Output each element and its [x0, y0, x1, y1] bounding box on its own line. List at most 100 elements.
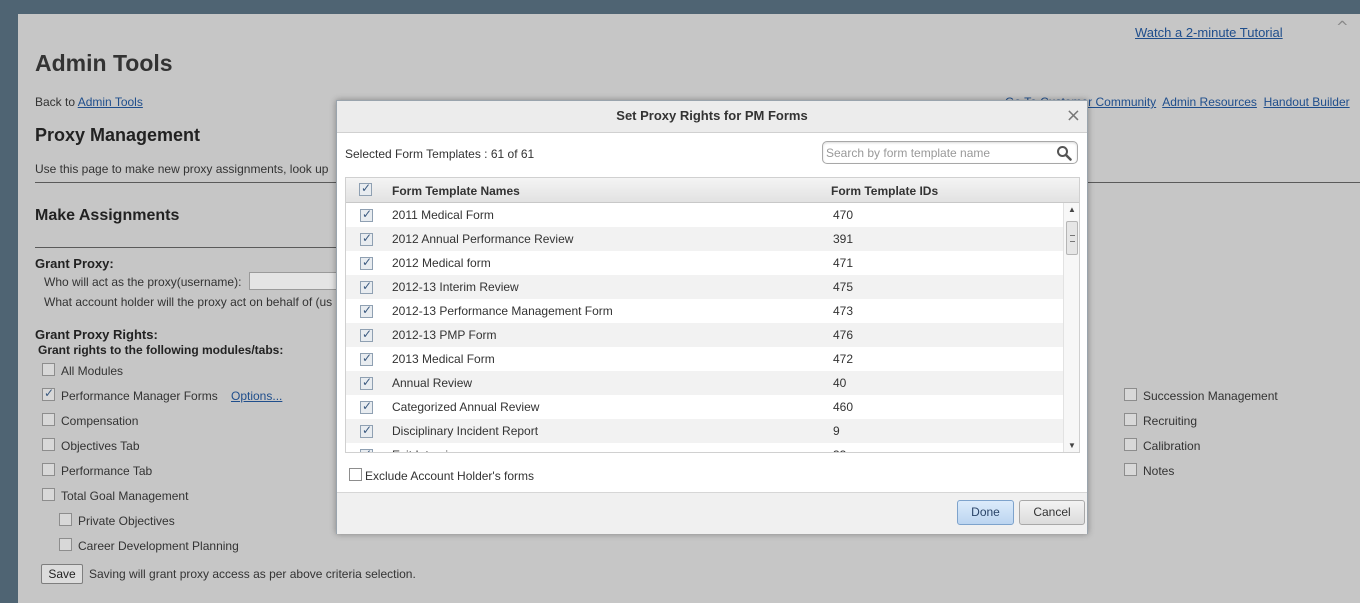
- scroll-down-icon[interactable]: ▼: [1064, 439, 1079, 452]
- options-link[interactable]: Options...: [231, 389, 282, 403]
- dialog-footer: Done Cancel: [337, 492, 1087, 534]
- proxy-username-input[interactable]: [249, 272, 349, 290]
- form-template-name: Exit Interview: [392, 448, 463, 452]
- career-development-planning-label: Career Development Planning: [78, 539, 239, 553]
- table-row[interactable]: Annual Review 40: [346, 371, 1064, 395]
- calibration-label: Calibration: [1143, 439, 1201, 453]
- form-template-id: 470: [833, 208, 854, 222]
- table-row[interactable]: 2012-13 Performance Management Form 473: [346, 299, 1064, 323]
- section-title: Proxy Management: [35, 125, 201, 145]
- cancel-button[interactable]: Cancel: [1019, 500, 1085, 525]
- form-template-name: 2011 Medical Form: [392, 208, 494, 222]
- select-all-checkbox[interactable]: [359, 181, 372, 196]
- table-row[interactable]: 2012-13 Interim Review 475: [346, 275, 1064, 299]
- compensation-checkbox[interactable]: [42, 413, 55, 426]
- career-development-planning-checkbox[interactable]: [59, 538, 72, 551]
- breadcrumb-prefix: Back to: [35, 95, 76, 109]
- form-template-id: 391: [833, 232, 854, 246]
- row-checkbox[interactable]: [360, 351, 373, 366]
- compensation-label: Compensation: [61, 414, 139, 428]
- private-objectives-checkbox[interactable]: [59, 513, 72, 526]
- total-goal-management-checkbox[interactable]: [42, 488, 55, 501]
- form-template-id: 473: [833, 304, 854, 318]
- scrollbar-thumb[interactable]: [1066, 221, 1078, 255]
- exclude-account-holder-checkbox[interactable]: [349, 468, 362, 481]
- objectives-tab-label: Objectives Tab: [61, 439, 140, 453]
- row-checkbox[interactable]: [360, 375, 373, 390]
- form-templates-table: Form Template Names Form Template IDs 20…: [345, 177, 1080, 453]
- proxy-rights-dialog: Set Proxy Rights for PM Forms × Selected…: [336, 100, 1088, 534]
- notes-label: Notes: [1143, 464, 1175, 478]
- table-row[interactable]: Categorized Annual Review 460: [346, 395, 1064, 419]
- total-goal-management-label: Total Goal Management: [61, 489, 189, 503]
- form-template-id: 33: [833, 448, 846, 452]
- table-row[interactable]: 2012 Annual Performance Review 391: [346, 227, 1064, 251]
- exclude-account-holder-label: Exclude Account Holder's forms: [365, 469, 535, 483]
- table-row[interactable]: 2011 Medical Form 470: [346, 203, 1064, 227]
- form-template-name: Categorized Annual Review: [392, 400, 540, 414]
- row-checkbox[interactable]: [360, 399, 373, 414]
- divider: [35, 247, 355, 248]
- form-template-id: 471: [833, 256, 854, 270]
- dialog-title: Set Proxy Rights for PM Forms: [616, 108, 808, 123]
- row-checkbox[interactable]: [360, 279, 373, 294]
- search-icon[interactable]: [1056, 145, 1072, 161]
- scroll-up-icon[interactable]: ▲: [1064, 203, 1079, 217]
- table-row[interactable]: 2012-13 PMP Form 476: [346, 323, 1064, 347]
- tutorial-link[interactable]: Watch a 2-minute Tutorial: [1135, 25, 1283, 40]
- performance-manager-forms-checkbox[interactable]: [42, 386, 55, 401]
- table-row[interactable]: Disciplinary Incident Report 9: [346, 419, 1064, 443]
- performance-tab-label: Performance Tab: [61, 464, 153, 478]
- row-checkbox[interactable]: [360, 423, 373, 438]
- breadcrumb: Back to Admin Tools: [35, 95, 143, 109]
- account-holder-label: What account holder will the proxy act o…: [44, 295, 333, 309]
- admin-resources-link[interactable]: Admin Resources: [1162, 95, 1257, 109]
- dialog-header: Set Proxy Rights for PM Forms ×: [337, 101, 1087, 133]
- all-modules-checkbox[interactable]: [42, 363, 55, 376]
- notes-checkbox[interactable]: [1124, 463, 1137, 476]
- grant-rights-subheading: Grant rights to the following modules/ta…: [38, 343, 284, 357]
- form-template-id: 475: [833, 280, 854, 294]
- close-icon[interactable]: ×: [1066, 105, 1081, 126]
- handout-builder-link[interactable]: Handout Builder: [1264, 95, 1350, 109]
- form-template-id: 476: [833, 328, 854, 342]
- row-checkbox[interactable]: [360, 255, 373, 270]
- proxy-username-label: Who will act as the proxy(username):: [44, 275, 242, 289]
- table-header: Form Template Names Form Template IDs: [346, 178, 1079, 203]
- done-button[interactable]: Done: [957, 500, 1014, 525]
- form-template-name: 2012 Medical form: [392, 256, 491, 270]
- row-checkbox[interactable]: [360, 207, 373, 222]
- form-template-name: 2012-13 Interim Review: [392, 280, 519, 294]
- save-note: Saving will grant proxy access as per ab…: [89, 567, 416, 581]
- form-template-name: Annual Review: [392, 376, 473, 390]
- succession-management-label: Succession Management: [1143, 389, 1278, 403]
- grant-rights-heading: Grant Proxy Rights:: [35, 327, 158, 342]
- table-body: 2011 Medical Form 470 2012 Annual Performa…: [346, 203, 1064, 452]
- calibration-checkbox[interactable]: [1124, 438, 1137, 451]
- row-checkbox[interactable]: [360, 447, 373, 452]
- performance-manager-forms-label: Performance Manager Forms: [61, 389, 218, 403]
- selected-count: Selected Form Templates : 61 of 61: [345, 147, 535, 161]
- form-template-name: 2012-13 PMP Form: [392, 328, 497, 342]
- performance-tab-checkbox[interactable]: [42, 463, 55, 476]
- collapse-icon[interactable]: ^: [1336, 18, 1349, 36]
- column-header-id[interactable]: Form Template IDs: [831, 184, 938, 198]
- succession-management-checkbox[interactable]: [1124, 388, 1137, 401]
- objectives-tab-checkbox[interactable]: [42, 438, 55, 451]
- table-row[interactable]: 2012 Medical form 471: [346, 251, 1064, 275]
- breadcrumb-admin-tools-link[interactable]: Admin Tools: [78, 95, 143, 109]
- table-row[interactable]: Exit Interview 33: [346, 443, 1064, 452]
- table-scrollbar[interactable]: ▲ ▼: [1063, 203, 1079, 452]
- row-checkbox[interactable]: [360, 303, 373, 318]
- recruiting-checkbox[interactable]: [1124, 413, 1137, 426]
- row-checkbox[interactable]: [360, 327, 373, 342]
- search-input[interactable]: [826, 144, 1048, 161]
- private-objectives-label: Private Objectives: [78, 514, 175, 528]
- form-template-name: 2012-13 Performance Management Form: [392, 304, 613, 318]
- table-row[interactable]: 2013 Medical Form 472: [346, 347, 1064, 371]
- form-template-name: Disciplinary Incident Report: [392, 424, 539, 438]
- all-modules-label: All Modules: [61, 364, 124, 378]
- save-button[interactable]: Save: [41, 564, 83, 584]
- column-header-name[interactable]: Form Template Names: [392, 184, 520, 198]
- row-checkbox[interactable]: [360, 231, 373, 246]
